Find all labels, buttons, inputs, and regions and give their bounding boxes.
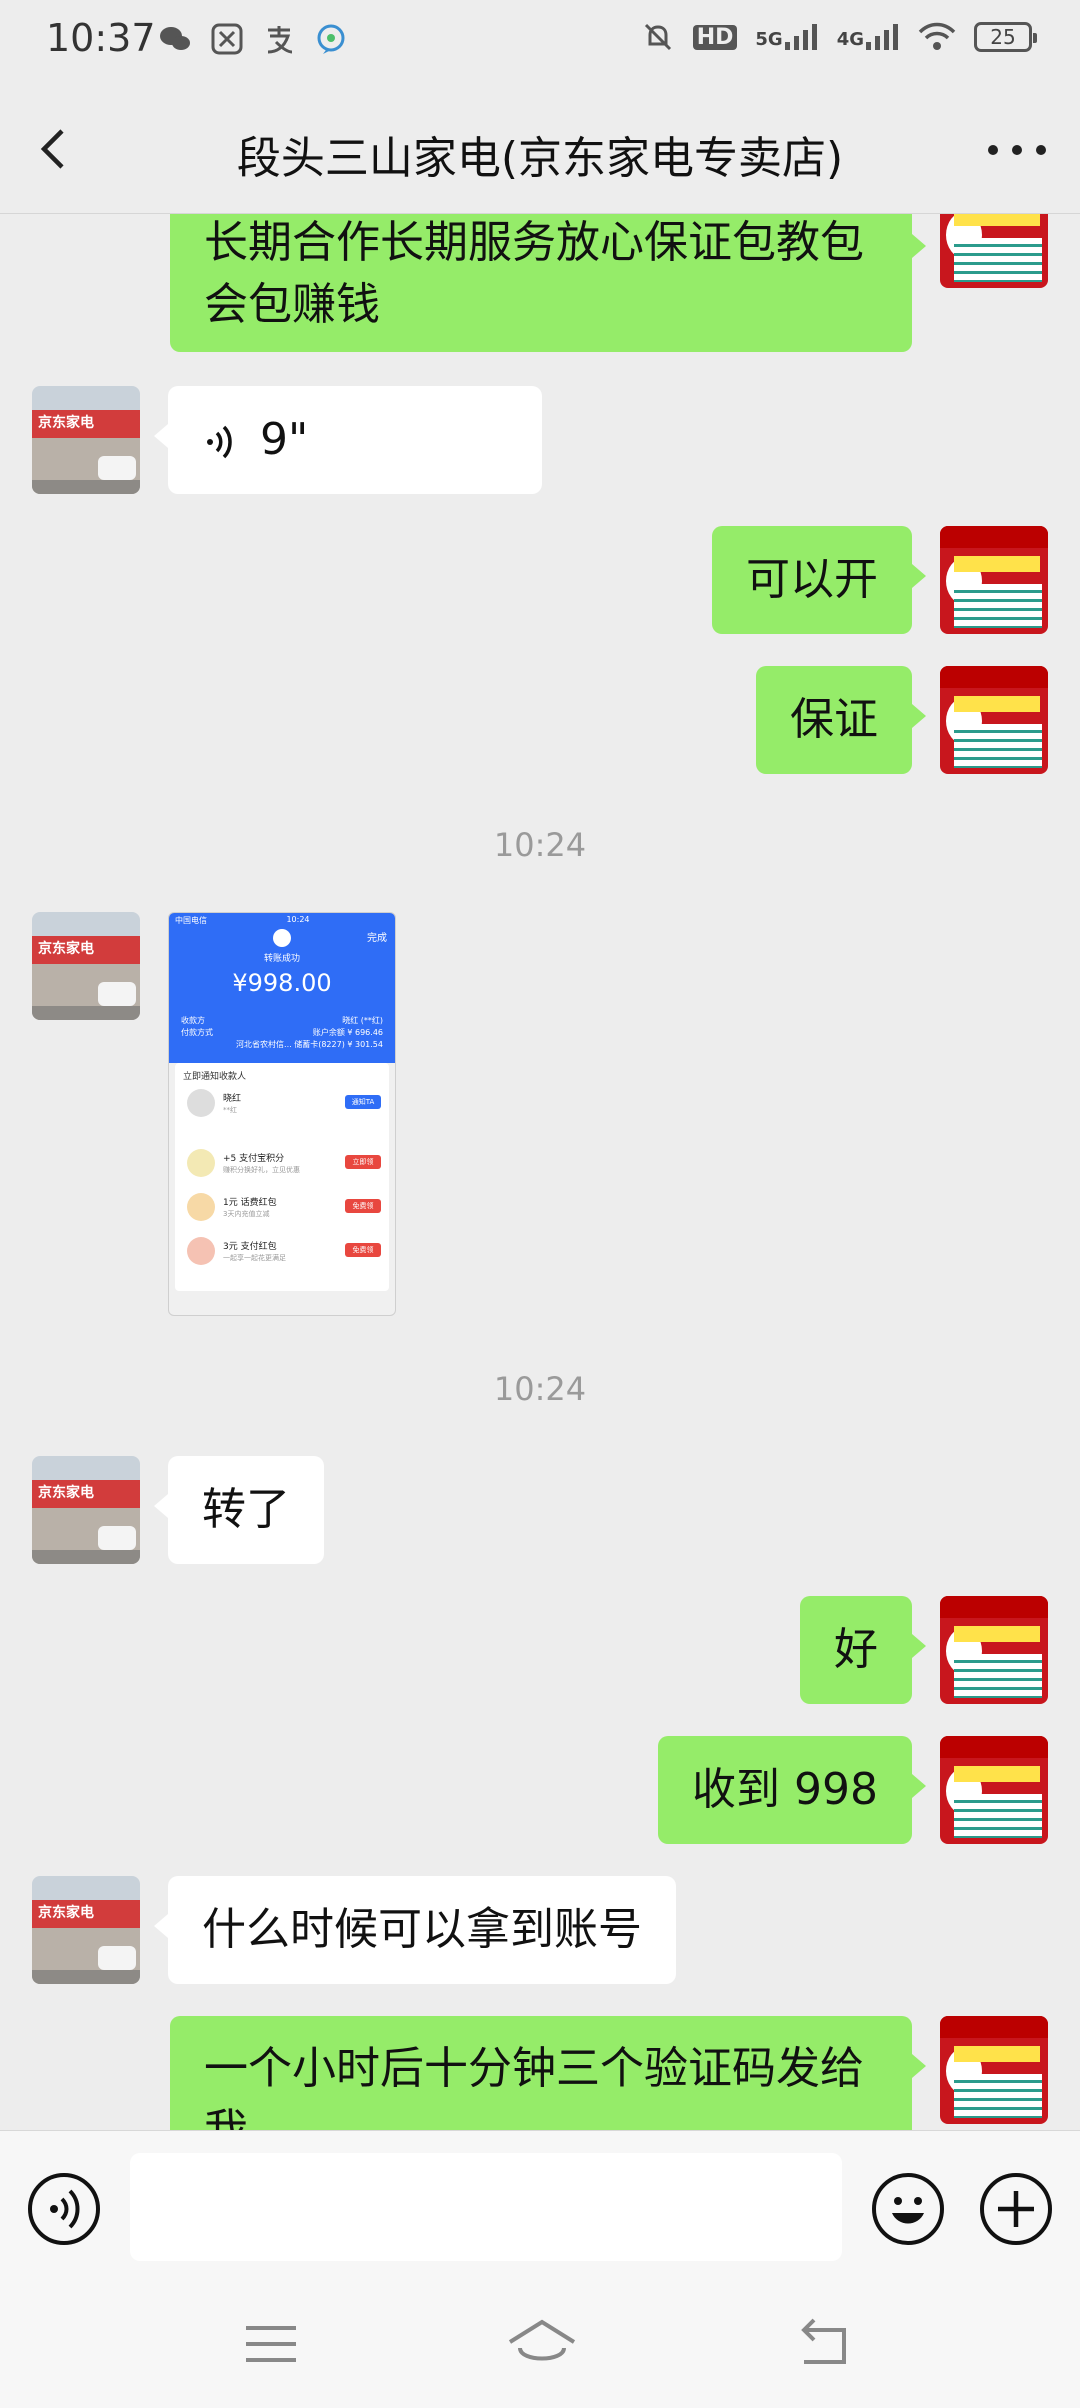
wifi-icon bbox=[918, 22, 956, 50]
voice-duration: 9" bbox=[260, 414, 309, 465]
signal-bars-icon bbox=[784, 24, 817, 50]
more-options-button[interactable] bbox=[988, 130, 1046, 170]
ad-avatar-image bbox=[940, 2016, 1048, 2124]
my-avatar[interactable] bbox=[940, 526, 1048, 634]
contact-avatar[interactable]: 京东家电 bbox=[32, 1456, 140, 1564]
message-text: 可以开 bbox=[746, 554, 878, 605]
message-text: 收到 998 bbox=[692, 1764, 878, 1815]
message-input[interactable] bbox=[130, 2153, 842, 2261]
network-4g: 4G bbox=[837, 24, 900, 50]
voice-icon bbox=[50, 2189, 80, 2229]
status-bar: 10:37 HD 5G 4G 25 bbox=[0, 0, 1080, 84]
message-text: 一个小时后十分钟三个验证码发给我 bbox=[204, 2043, 864, 2130]
wechat-icon bbox=[158, 22, 192, 56]
smiley-icon bbox=[892, 2197, 924, 2224]
system-indicators: HD 5G 4G 25 bbox=[641, 20, 1037, 54]
back-nav-button[interactable] bbox=[790, 2314, 856, 2374]
message-bubble[interactable]: 收到 998 bbox=[658, 1736, 926, 1844]
my-avatar[interactable] bbox=[940, 2016, 1048, 2124]
message-bubble[interactable]: 保证 bbox=[756, 666, 926, 774]
ad-avatar-image bbox=[940, 214, 1048, 288]
ad-avatar-image bbox=[940, 1596, 1048, 1704]
store-avatar-image: 京东家电 bbox=[32, 912, 140, 1020]
back-arrow-icon bbox=[801, 2318, 846, 2364]
input-bar bbox=[0, 2130, 1080, 2284]
my-avatar[interactable] bbox=[940, 666, 1048, 774]
contact-avatar[interactable]: 京东家电 bbox=[32, 386, 140, 494]
dot bbox=[988, 145, 998, 155]
contact-avatar[interactable]: 京东家电 bbox=[32, 1876, 140, 1984]
message-bubble[interactable]: 好 bbox=[800, 1596, 926, 1704]
ad-avatar-image bbox=[940, 1736, 1048, 1844]
message-bubble[interactable]: 什么时候可以拿到账号 bbox=[154, 1876, 676, 1984]
network-5g: 5G bbox=[755, 24, 818, 50]
more-functions-button[interactable] bbox=[980, 2173, 1052, 2245]
timestamp: 10:24 bbox=[493, 826, 587, 864]
dot bbox=[1036, 145, 1046, 155]
chat-bubble-icon bbox=[314, 22, 348, 56]
emoji-button[interactable] bbox=[872, 2173, 944, 2245]
message-bubble[interactable]: 转了 bbox=[154, 1456, 324, 1564]
message-bubble[interactable]: 一个小时后十分钟三个验证码发给我 bbox=[170, 2016, 926, 2130]
voice-message-bubble[interactable]: 9" bbox=[154, 386, 542, 494]
transfer-screenshot-image[interactable]: 中国电信 10:24 完成 转账成功 ¥998.00 收款方 晓红 (**红) 付款… bbox=[168, 912, 396, 1316]
message-text: 好 bbox=[834, 1624, 878, 1675]
system-nav-bar bbox=[0, 2284, 1080, 2408]
status-time: 10:37 bbox=[46, 16, 156, 60]
menu-nav-button[interactable] bbox=[238, 2314, 304, 2374]
message-text: 长期合作长期服务放心保证包教包会包赚钱 bbox=[204, 217, 864, 330]
voice-input-button[interactable] bbox=[28, 2173, 100, 2245]
message-bubble[interactable]: 可以开 bbox=[712, 526, 926, 634]
menu-icon bbox=[246, 2326, 296, 2362]
ad-avatar-image bbox=[940, 526, 1048, 634]
chat-header: 段头三山家电(京东家电专卖店) bbox=[0, 84, 1080, 214]
message-bubble[interactable]: 长期合作长期服务放心保证包教包会包赚钱 bbox=[170, 214, 926, 352]
notification-icons bbox=[158, 22, 348, 56]
dot bbox=[1012, 145, 1022, 155]
notify-card: 立即通知收款人 晓红 **红 通知TA +5 支付宝积分 赚积分换好礼，立见优惠… bbox=[175, 1063, 389, 1291]
alipay-icon bbox=[262, 22, 296, 56]
message-text: 转了 bbox=[202, 1484, 290, 1535]
transfer-amount: ¥998.00 bbox=[232, 969, 332, 997]
signal-bars-icon bbox=[866, 24, 898, 50]
contact-avatar[interactable]: 京东家电 bbox=[32, 912, 140, 1020]
message-text: 什么时候可以拿到账号 bbox=[202, 1904, 642, 1955]
my-avatar[interactable] bbox=[940, 1736, 1048, 1844]
message-text: 保证 bbox=[790, 694, 878, 745]
store-avatar-image: 京东家电 bbox=[32, 386, 140, 494]
my-avatar[interactable] bbox=[940, 1596, 1048, 1704]
voice-icon bbox=[207, 425, 232, 459]
mute-icon bbox=[644, 23, 671, 51]
timestamp: 10:24 bbox=[493, 1370, 587, 1408]
alipay-logo-icon bbox=[273, 929, 291, 947]
chat-messages[interactable]: 长期合作长期服务放心保证包教包会包赚钱 京东家电 9" 可以开 保证 10:24 bbox=[0, 214, 1080, 2130]
chat-title: 段头三山家电(京东家电专卖店) bbox=[236, 133, 844, 184]
ad-avatar-image bbox=[940, 666, 1048, 774]
hd-badge: HD bbox=[692, 24, 738, 50]
battery-indicator: 25 bbox=[974, 22, 1037, 52]
home-nav-button[interactable] bbox=[506, 2314, 576, 2374]
transfer-header: 中国电信 10:24 完成 转账成功 ¥998.00 收款方 晓红 (**红) 付款… bbox=[169, 913, 395, 1063]
my-avatar[interactable] bbox=[940, 214, 1048, 288]
home-icon bbox=[508, 2319, 576, 2361]
store-avatar-image: 京东家电 bbox=[32, 1876, 140, 1984]
store-avatar-image: 京东家电 bbox=[32, 1456, 140, 1564]
plus-icon bbox=[998, 2191, 1034, 2227]
gallery-app-icon bbox=[210, 22, 244, 56]
